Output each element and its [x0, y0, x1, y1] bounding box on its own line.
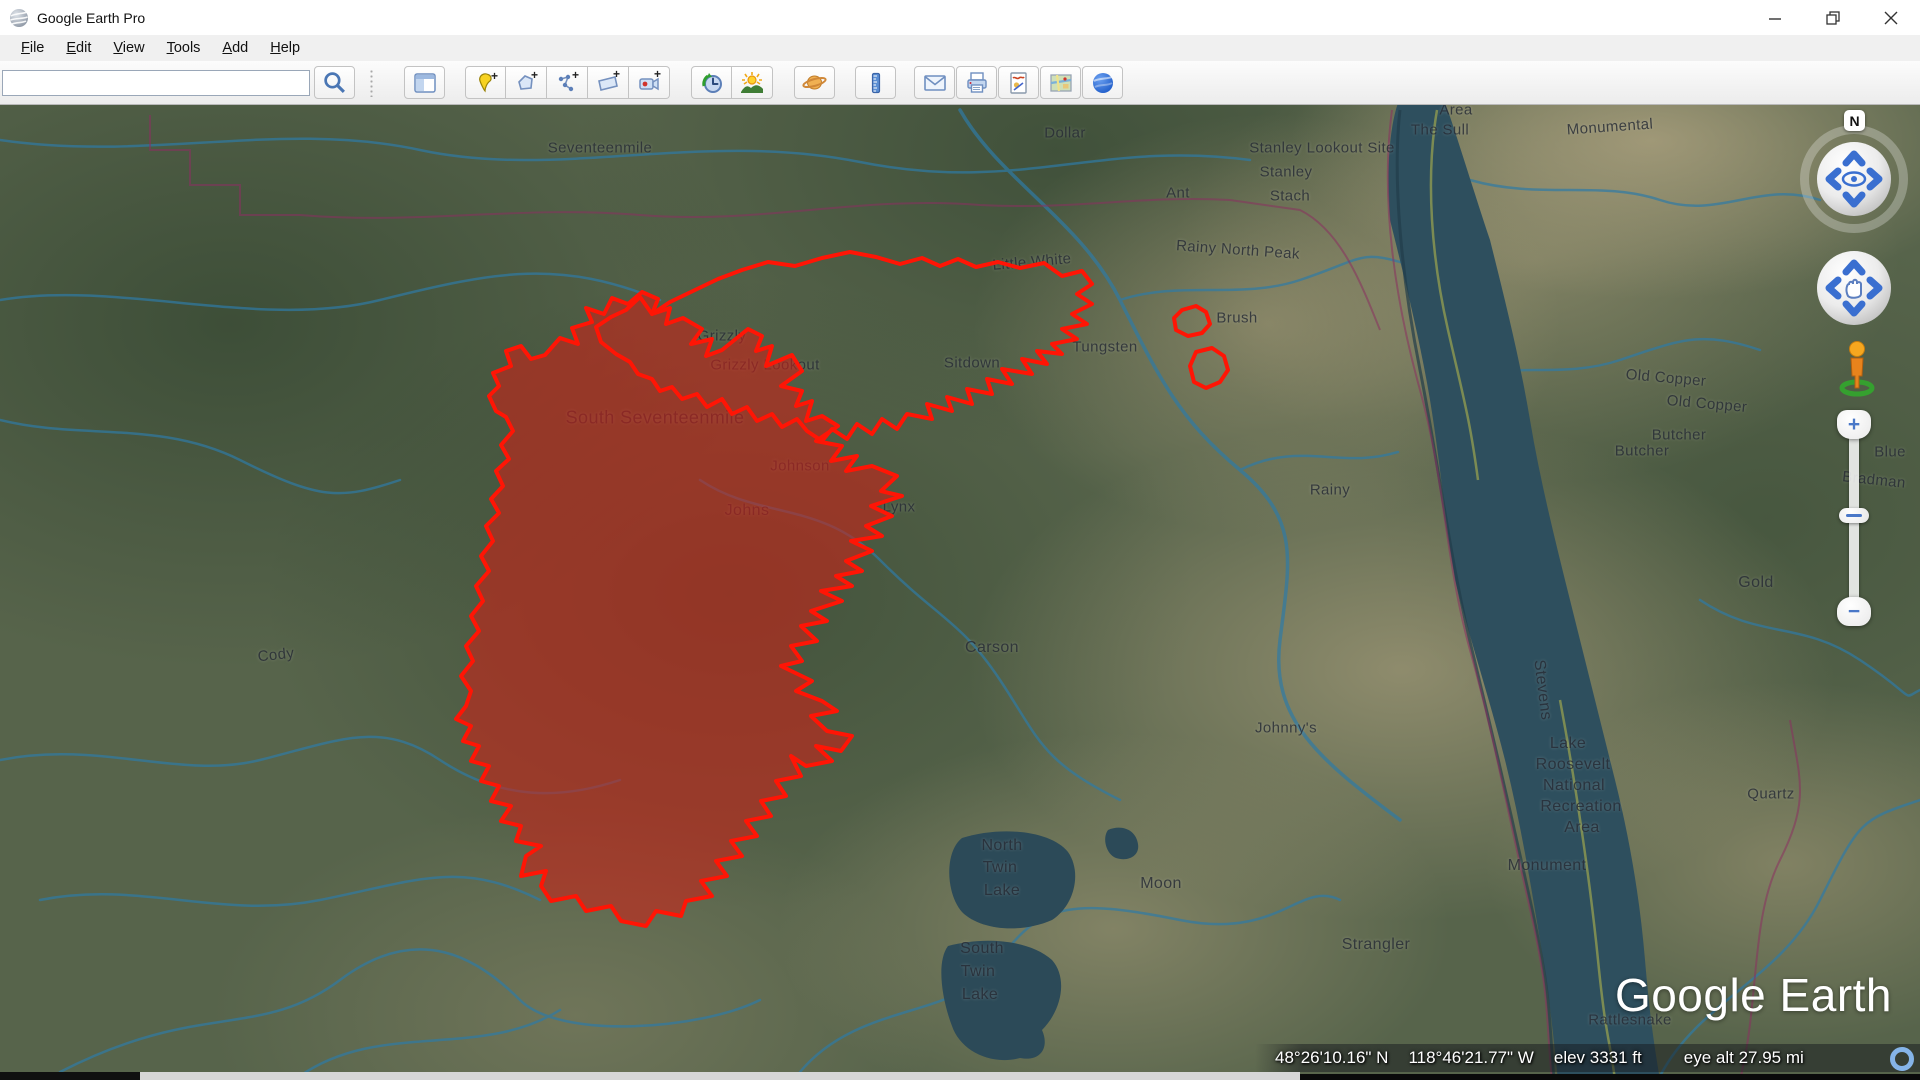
- zoom-slider[interactable]: + −: [1836, 410, 1872, 626]
- move-joystick[interactable]: [1815, 249, 1893, 327]
- search-input[interactable]: [2, 70, 310, 96]
- menu-view[interactable]: View: [102, 38, 155, 58]
- toolbar: + + + +: [0, 61, 1920, 105]
- pegman-icon[interactable]: [1835, 338, 1879, 398]
- add-polygon-button[interactable]: +: [506, 66, 547, 99]
- status-eye-altitude: eye alt 27.95 mi: [1684, 1048, 1804, 1068]
- svg-text:+: +: [654, 70, 661, 81]
- zoom-out-button[interactable]: −: [1837, 597, 1871, 626]
- record-tour-icon: +: [636, 70, 662, 96]
- menu-edit[interactable]: Edit: [55, 38, 102, 58]
- toolbar-separator: [370, 69, 373, 97]
- menu-file[interactable]: File: [10, 38, 55, 58]
- fire-polygon-filled: [456, 292, 902, 926]
- menu-bar: File Edit View Tools Add Help: [0, 35, 1920, 61]
- bottom-edge: [140, 1072, 1300, 1080]
- status-longitude: 118°46'21.77" W: [1408, 1048, 1533, 1068]
- menu-tools[interactable]: Tools: [156, 38, 212, 58]
- map-viewport[interactable]: SeventeenmileDollarAreaStanley Lookout S…: [0, 0, 1920, 1080]
- path-icon: +: [554, 70, 580, 96]
- toggle-sidebar-button[interactable]: [404, 66, 445, 99]
- google-earth-logo: Google Earth: [1615, 968, 1892, 1022]
- bottom-edge-left: [0, 1072, 140, 1080]
- saturn-icon: [801, 69, 828, 96]
- earth-web-button[interactable]: [1082, 66, 1123, 99]
- sunlight-icon: [739, 70, 765, 96]
- status-latitude: 48°26'10.16" N: [1275, 1048, 1388, 1068]
- image-overlay-icon: +: [595, 70, 621, 96]
- print-button[interactable]: [956, 66, 997, 99]
- earth-web-icon: [1090, 70, 1116, 96]
- zoom-in-button[interactable]: +: [1837, 410, 1871, 439]
- historical-imagery-button[interactable]: [691, 66, 732, 99]
- email-icon: [922, 70, 948, 96]
- google-maps-icon: [1048, 70, 1074, 96]
- save-image-icon: [1006, 70, 1032, 96]
- add-path-button[interactable]: +: [547, 66, 588, 99]
- email-button[interactable]: [914, 66, 955, 99]
- fire-spot-a: [1174, 306, 1210, 336]
- hand-icon: [1846, 280, 1861, 298]
- minimize-button[interactable]: [1746, 0, 1804, 35]
- streaming-progress-icon: [1890, 1047, 1914, 1071]
- close-button[interactable]: [1862, 0, 1920, 35]
- search-button[interactable]: [314, 66, 355, 99]
- add-image-overlay-button[interactable]: +: [588, 66, 629, 99]
- view-in-google-maps-button[interactable]: [1040, 66, 1081, 99]
- svg-text:+: +: [572, 70, 579, 82]
- ruler-button[interactable]: [855, 66, 896, 99]
- minimize-icon: [1768, 11, 1782, 25]
- restore-button[interactable]: [1804, 0, 1862, 35]
- app-globe-icon: [9, 8, 29, 28]
- svg-text:+: +: [613, 70, 620, 81]
- fire-spot-b: [1190, 348, 1228, 388]
- title-bar: Google Earth Pro: [0, 0, 1920, 36]
- planets-button[interactable]: [794, 66, 835, 99]
- svg-text:+: +: [531, 70, 538, 82]
- create-tools-group: + + + +: [465, 66, 670, 99]
- north-indicator[interactable]: N: [1844, 110, 1865, 131]
- status-bar: 48°26'10.16" N 118°46'21.77" W elev 3331…: [1255, 1044, 1920, 1072]
- menu-help[interactable]: Help: [259, 38, 311, 58]
- close-icon: [1884, 11, 1898, 25]
- print-icon: [964, 70, 990, 96]
- sunlight-button[interactable]: [732, 66, 773, 99]
- record-tour-button[interactable]: +: [629, 66, 670, 99]
- window-title: Google Earth Pro: [37, 10, 145, 26]
- svg-text:+: +: [491, 70, 498, 83]
- add-placemark-button[interactable]: +: [465, 66, 506, 99]
- restore-icon: [1826, 11, 1840, 25]
- look-joystick[interactable]: [1815, 140, 1893, 218]
- placemark-icon: +: [473, 70, 499, 96]
- historical-imagery-icon: [699, 70, 725, 96]
- ruler-icon: [863, 70, 889, 96]
- save-image-button[interactable]: [998, 66, 1039, 99]
- status-elevation: elev 3331 ft: [1554, 1048, 1642, 1068]
- menu-add[interactable]: Add: [211, 38, 259, 58]
- sidebar-icon: [413, 71, 437, 95]
- google-earth-window: SeventeenmileDollarAreaStanley Lookout S…: [0, 0, 1920, 1080]
- search-icon: [322, 70, 347, 95]
- zoom-handle[interactable]: [1839, 508, 1869, 523]
- time-light-group: [691, 66, 773, 99]
- bottom-edge-right: [1300, 1074, 1920, 1080]
- polygon-icon: +: [513, 70, 539, 96]
- fire-perimeter-layer: [0, 0, 1920, 1080]
